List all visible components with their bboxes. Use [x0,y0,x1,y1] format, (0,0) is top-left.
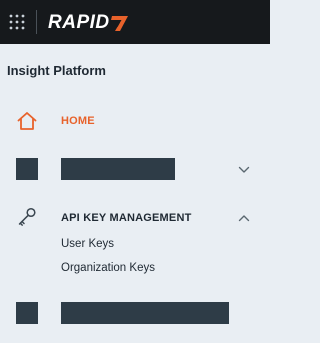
grid-dots-icon[interactable] [9,14,25,30]
chevron-down-icon[interactable] [238,166,250,174]
rapid7-logo[interactable]: RAPID [48,12,129,34]
sub-item-organization-keys[interactable]: Organization Keys [61,261,155,275]
nav-item-redacted-1[interactable] [0,158,270,181]
sub-item-user-keys[interactable]: User Keys [61,237,114,251]
home-icon [17,112,37,130]
sidebar: Insight Platform HOME API KEY MANAGEMENT… [0,44,270,343]
chevron-up-icon[interactable] [238,214,250,222]
rapid7-seven-mark-icon [110,15,128,31]
nav-item-redacted-2[interactable] [0,302,270,325]
redacted-label [61,302,229,324]
redacted-icon [16,158,38,180]
nav-item-home[interactable]: HOME [0,110,270,132]
redacted-icon [16,302,38,324]
nav-item-label: API KEY MANAGEMENT [61,212,192,224]
key-icon [18,207,36,226]
redacted-label [61,158,175,180]
nav-item-api-key-management[interactable]: API KEY MANAGEMENT [0,206,270,230]
nav-item-label: HOME [61,115,95,127]
section-title: Insight Platform [7,63,106,78]
top-bar: RAPID [0,0,270,44]
topbar-divider [36,10,37,34]
brand-text: RAPID [48,12,110,33]
